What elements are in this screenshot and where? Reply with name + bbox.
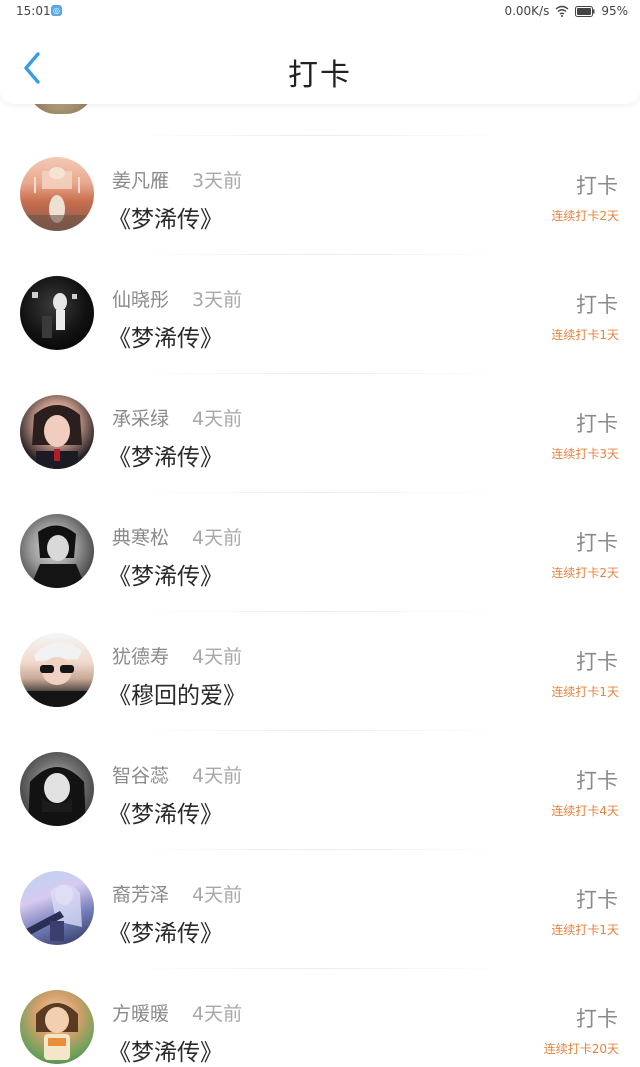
list-item[interactable]: 犹德寿 4天前 《穆回的爱》 打卡 连续打卡1天: [0, 612, 640, 730]
checkin-button[interactable]: 打卡: [576, 170, 618, 200]
status-time: 15:01: [16, 4, 51, 18]
list-item[interactable]: 典寒松 4天前 《梦浠传》 打卡 连续打卡2天: [0, 493, 640, 611]
streak-label: 连续打卡3天: [551, 447, 619, 461]
book-title[interactable]: 《梦浠传》: [108, 557, 223, 591]
list-item[interactable]: 姜凡雁 3天前 《梦浠传》 打卡 连续打卡2天: [0, 136, 640, 254]
list-item[interactable]: 仙晓彤 3天前 《梦浠传》 打卡 连续打卡1天: [0, 255, 640, 373]
avatar[interactable]: [20, 395, 94, 469]
streak-label: 连续打卡20天: [543, 1042, 619, 1056]
avatar[interactable]: [20, 871, 94, 945]
time-ago: 4天前: [192, 527, 243, 549]
checkin-button[interactable]: 打卡: [576, 765, 618, 795]
book-title[interactable]: 《穆回的爱》: [108, 676, 246, 710]
user-name: 姜凡雁: [112, 170, 170, 192]
book-title[interactable]: 《梦浠传》: [108, 914, 223, 948]
book-title[interactable]: 《梦浠传》: [108, 1033, 223, 1067]
checkin-list: 姜凡雁 3天前 《梦浠传》 打卡 连续打卡2天 仙晓彤 3天前 《梦浠传》 打卡…: [0, 135, 640, 1067]
streak-label: 连续打卡2天: [551, 209, 619, 223]
avatar[interactable]: [20, 752, 94, 826]
time-ago: 3天前: [192, 289, 243, 311]
network-speed: 0.00K/s: [504, 4, 550, 18]
app-notification-icon: ◎: [51, 5, 62, 16]
user-name: 犹德寿: [112, 646, 170, 668]
book-title[interactable]: 《梦浠传》: [108, 319, 223, 353]
checkin-button[interactable]: 打卡: [576, 527, 618, 557]
list-item[interactable]: 承采绿 4天前 《梦浠传》 打卡 连续打卡3天: [0, 374, 640, 492]
list-item[interactable]: 智谷蕊 4天前 《梦浠传》 打卡 连续打卡4天: [0, 731, 640, 849]
time-ago: 4天前: [192, 408, 243, 430]
avatar[interactable]: [20, 990, 94, 1064]
avatar[interactable]: [20, 157, 94, 231]
avatar[interactable]: [20, 633, 94, 707]
streak-label: 连续打卡1天: [551, 923, 619, 937]
checkin-button[interactable]: 打卡: [576, 884, 618, 914]
time-ago: 4天前: [192, 765, 243, 787]
list-item[interactable]: 方暖暖 4天前 《梦浠传》 打卡 连续打卡20天: [0, 969, 640, 1067]
status-bar: 15:01 ◎ 0.00K/s 95%: [0, 0, 640, 24]
status-right-group: 0.00K/s 95%: [504, 4, 628, 18]
list-item[interactable]: 裔芳泽 4天前 《梦浠传》 打卡 连续打卡1天: [0, 850, 640, 968]
time-ago: 4天前: [192, 884, 243, 906]
streak-label: 连续打卡1天: [551, 685, 619, 699]
battery-percent: 95%: [601, 4, 628, 18]
wifi-icon: [555, 5, 569, 17]
user-name: 承采绿: [112, 408, 170, 430]
time-ago: 4天前: [192, 1003, 243, 1025]
checkin-button[interactable]: 打卡: [576, 408, 618, 438]
book-title[interactable]: 《梦浠传》: [108, 200, 223, 234]
user-name: 智谷蕊: [112, 765, 170, 787]
checkin-button[interactable]: 打卡: [576, 289, 618, 319]
user-name: 仙晓彤: [112, 289, 170, 311]
book-title[interactable]: 《梦浠传》: [108, 438, 223, 472]
avatar[interactable]: [20, 276, 94, 350]
user-name: 典寒松: [112, 527, 170, 549]
battery-icon: [575, 5, 595, 17]
checkin-button[interactable]: 打卡: [576, 1003, 618, 1033]
streak-label: 连续打卡2天: [551, 566, 619, 580]
user-name: 裔芳泽: [112, 884, 170, 906]
user-name: 方暖暖: [112, 1003, 170, 1025]
checkin-button[interactable]: 打卡: [576, 646, 618, 676]
time-ago: 4天前: [192, 646, 243, 668]
book-title[interactable]: 《梦浠传》: [108, 795, 223, 829]
checkin-page: 15:01 ◎ 0.00K/s 95% 打卡 姜凡雁 3天前 《梦浠传》 打卡 …: [0, 0, 640, 1067]
time-ago: 3天前: [192, 170, 243, 192]
avatar[interactable]: [20, 514, 94, 588]
streak-label: 连续打卡1天: [551, 328, 619, 342]
app-header: 打卡: [0, 24, 640, 104]
streak-label: 连续打卡4天: [551, 804, 619, 818]
page-title: 打卡: [288, 58, 352, 93]
